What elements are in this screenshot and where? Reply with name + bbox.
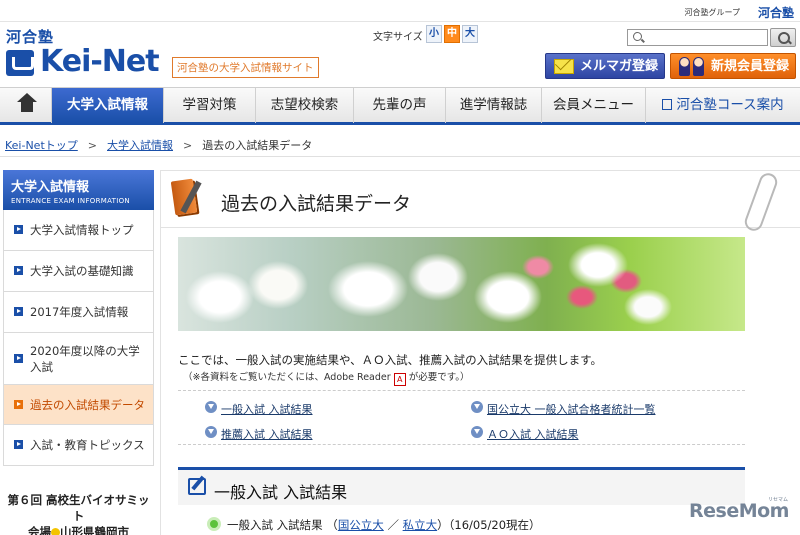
search-input[interactable] bbox=[627, 29, 768, 46]
result-label: 一般入試 入試結果 （ bbox=[227, 518, 338, 532]
breadcrumb-separator: > bbox=[183, 139, 193, 152]
newsletter-signup-label: メルマガ登録 bbox=[580, 59, 659, 74]
intro-text: ここでは、一般入試の実施結果や、ＡＯ入試、推薦入試の入試結果を提供します。 bbox=[178, 353, 603, 367]
arrow-right-icon bbox=[14, 307, 23, 316]
nav-course-guide-label: 河合塾コース案内 bbox=[676, 97, 784, 113]
text-size-medium-button[interactable]: 中 bbox=[444, 25, 460, 43]
banner-line2: 会場 山形県鶴岡市 bbox=[3, 524, 154, 535]
sidebar-item-label: 過去の入試結果データ bbox=[30, 397, 145, 412]
banner-venue: 山形県鶴岡市 bbox=[60, 525, 129, 535]
down-arrow-icon bbox=[471, 426, 483, 438]
adobe-note: （※各資料をご覧いただくには、Adobe Reader A が必要です。） bbox=[183, 369, 470, 386]
nav-home[interactable] bbox=[0, 88, 52, 123]
pdf-icon[interactable]: A bbox=[393, 373, 406, 386]
breadcrumb-divider bbox=[0, 156, 800, 157]
text-size-large-button[interactable]: 大 bbox=[462, 25, 478, 43]
site-tagline: 河合塾の大学入試情報サイト bbox=[172, 57, 319, 78]
people-icon bbox=[679, 57, 707, 77]
link-general-results[interactable]: 一般入試 入試結果 bbox=[205, 401, 313, 417]
sidebar-subtitle: ENTRANCE EXAM INFORMATION bbox=[11, 197, 130, 205]
sidebar-item-top[interactable]: 大学入試情報トップ bbox=[3, 210, 154, 251]
main-nav: 大学入試情報 学習対策 志望校検索 先輩の声 進学情報誌 会員メニュー 河合塾コ… bbox=[0, 87, 800, 125]
link-national-public[interactable]: 国公立大 bbox=[338, 518, 384, 532]
sidebar-item-label: 2020年度以降の大学入試 bbox=[30, 343, 140, 374]
nav-member-menu[interactable]: 会員メニュー bbox=[542, 88, 646, 123]
link-label: 一般入試 入試結果 bbox=[221, 403, 313, 416]
member-signup-button[interactable]: 新規会員登録 bbox=[670, 53, 796, 79]
link-ao-results[interactable]: ＡＯ入試 入試結果 bbox=[471, 426, 579, 442]
sidebar-item-topics[interactable]: 入試・教育トピックス bbox=[3, 425, 154, 466]
down-arrow-icon bbox=[205, 401, 217, 413]
result-row: 一般入試 入試結果 （国公立大 ／ 私立大）（16/05/20現在） bbox=[207, 517, 541, 533]
green-dot-icon bbox=[207, 517, 221, 531]
nav-school-search[interactable]: 志望校検索 bbox=[256, 88, 354, 123]
top-strip: 河合塾グループ 河合塾 bbox=[0, 0, 800, 22]
sidebar-item-label: 大学入試の基礎知識 bbox=[30, 264, 134, 278]
cherry-blossom-photo bbox=[178, 237, 745, 331]
search-button[interactable] bbox=[770, 28, 796, 47]
arrow-right-icon bbox=[14, 399, 23, 409]
resemom-watermark: ReseMom bbox=[689, 500, 789, 522]
newsletter-signup-button[interactable]: メルマガ登録 bbox=[545, 53, 665, 79]
arrow-right-icon bbox=[14, 353, 23, 363]
sidebar-title: 大学入試情報 bbox=[11, 180, 90, 195]
nav-exam-info[interactable]: 大学入試情報 bbox=[52, 88, 164, 123]
arrow-right-icon bbox=[14, 440, 23, 449]
group-logo[interactable]: 河合塾 bbox=[758, 4, 794, 21]
adobe-note-prefix: （※各資料をご覧いただくには、Adobe Reader bbox=[183, 372, 391, 383]
link-national-stats[interactable]: 国公立大 一般入試合格者統計一覧 bbox=[471, 401, 656, 417]
sidebar-header: 大学入試情報 ENTRANCE EXAM INFORMATION bbox=[3, 170, 154, 210]
sidebar-item-past-results[interactable]: 過去の入試結果データ bbox=[3, 385, 154, 425]
logo-text: Kei-Net bbox=[40, 44, 160, 79]
group-label: 河合塾グループ bbox=[684, 8, 740, 17]
sidebar-item-basics[interactable]: 大学入試の基礎知識 bbox=[3, 251, 154, 292]
nav-magazine[interactable]: 進学情報誌 bbox=[446, 88, 542, 123]
breadcrumb-separator: > bbox=[87, 139, 97, 152]
page-title: 過去の入試結果データ bbox=[221, 193, 412, 215]
result-date: ）（16/05/20現在） bbox=[437, 518, 541, 532]
external-window-icon bbox=[662, 99, 673, 110]
nav-course-guide[interactable]: 河合塾コース案内 bbox=[646, 88, 800, 123]
breadcrumb-current: 過去の入試結果データ bbox=[202, 139, 313, 152]
sidebar-item-2020[interactable]: 2020年度以降の大学入試 bbox=[3, 333, 154, 385]
search-icon bbox=[633, 32, 642, 41]
sidebar-item-label: 入試・教育トピックス bbox=[30, 438, 145, 452]
down-arrow-icon bbox=[205, 426, 217, 438]
member-signup-label: 新規会員登録 bbox=[711, 59, 790, 74]
banner-line1: 第６回 高校生バイオサミット bbox=[7, 493, 150, 523]
sidebar-item-2017[interactable]: 2017年度入試情報 bbox=[3, 292, 154, 333]
breadcrumb: Kei-Netトップ > 大学入試情報 > 過去の入試結果データ bbox=[5, 137, 312, 153]
link-recommend-results[interactable]: 推薦入試 入試結果 bbox=[205, 426, 313, 442]
result-separator: ／ bbox=[387, 518, 399, 532]
arrow-right-icon bbox=[14, 266, 23, 275]
resemom-watermark-small: リセマム bbox=[768, 497, 789, 503]
bio-summit-banner[interactable]: 第６回 高校生バイオサミット 会場 山形県鶴岡市 bbox=[3, 492, 154, 535]
yellow-dot-icon bbox=[51, 528, 60, 535]
text-size-small-button[interactable]: 小 bbox=[426, 25, 442, 43]
sidebar-item-label: 大学入試情報トップ bbox=[30, 223, 134, 237]
site-logo[interactable]: 河合塾 Kei-Net bbox=[6, 26, 176, 82]
link-label: 国公立大 一般入試合格者統計一覧 bbox=[487, 403, 656, 416]
link-label: 推薦入試 入試結果 bbox=[221, 428, 313, 441]
breadcrumb-exam-info[interactable]: 大学入試情報 bbox=[107, 139, 173, 152]
nav-senior-voice[interactable]: 先輩の声 bbox=[354, 88, 446, 123]
edit-icon bbox=[188, 478, 206, 495]
sidebar-item-label: 2017年度入試情報 bbox=[30, 305, 129, 319]
logo-book-icon bbox=[6, 50, 34, 76]
nav-study[interactable]: 学習対策 bbox=[164, 88, 256, 123]
adobe-note-suffix: が必要です。） bbox=[408, 372, 470, 383]
text-size-label: 文字サイズ bbox=[373, 32, 423, 43]
breadcrumb-home[interactable]: Kei-Netトップ bbox=[5, 139, 78, 152]
down-arrow-icon bbox=[471, 401, 483, 413]
mail-icon bbox=[554, 59, 574, 74]
link-label: ＡＯ入試 入試結果 bbox=[487, 428, 579, 441]
banner-venue-label: 会場 bbox=[28, 525, 51, 535]
link-private[interactable]: 私立大 bbox=[403, 518, 438, 532]
sidebar: 大学入試情報 ENTRANCE EXAM INFORMATION 大学入試情報ト… bbox=[3, 170, 154, 466]
home-icon bbox=[17, 93, 37, 112]
arrow-right-icon bbox=[14, 225, 23, 234]
section-title: 一般入試 入試結果 bbox=[214, 483, 348, 502]
